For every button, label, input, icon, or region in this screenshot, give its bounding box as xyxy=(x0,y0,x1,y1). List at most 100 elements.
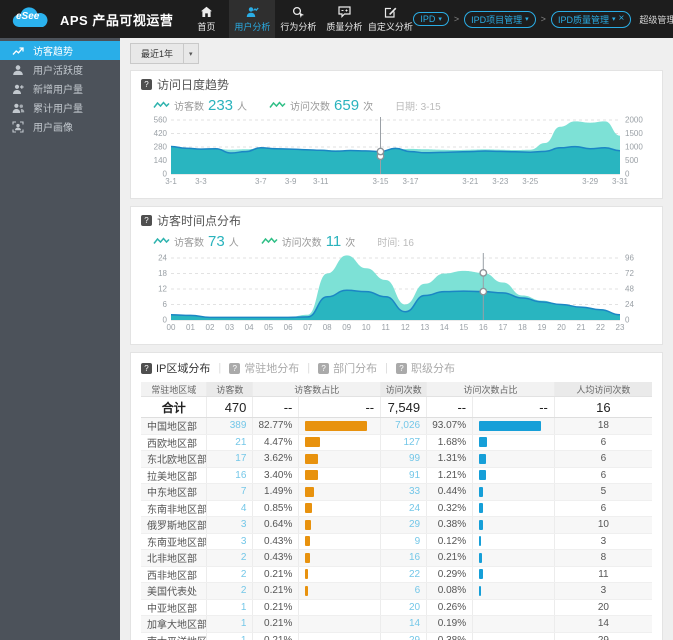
help-icon[interactable]: ? xyxy=(141,215,152,226)
visitors-count-link[interactable]: 1 xyxy=(207,616,254,632)
avg-visits-cell: 18 xyxy=(597,420,609,432)
svg-text:48: 48 xyxy=(625,285,634,294)
visits-count-link[interactable]: 9 xyxy=(381,533,428,549)
visits-count-link[interactable]: 20 xyxy=(381,599,428,615)
visitors-bar-cell xyxy=(299,418,382,434)
table-total-row: 合计 470 -- -- 7,549 -- -- 16 xyxy=(141,397,652,418)
visits-count-link[interactable]: 6 xyxy=(381,583,428,599)
sidebar-item-label: 访客趋势 xyxy=(33,47,73,58)
visits-stat-value: 659 xyxy=(334,96,360,114)
visits-count-link[interactable]: 127 xyxy=(381,434,428,450)
trend-icon xyxy=(12,45,25,57)
visits-stat-label: 访问次数 xyxy=(290,101,331,113)
avg-visits-cell: 10 xyxy=(597,519,609,531)
visits-count-link[interactable]: 7,026 xyxy=(381,418,428,434)
visits-count-link[interactable]: 22 xyxy=(381,566,428,582)
table-row: 东北欧地区部 17 3.62% 99 1.31% 6 xyxy=(141,451,652,468)
hour-distribution-chart[interactable]: 0 0 6 24 12 48 18 72 24 96 00 01 02 03 04 05 06 07 08 09 10 1… xyxy=(141,252,652,337)
region-cell: 东南非地区部 xyxy=(141,500,208,516)
tab-residence[interactable]: ? 常驻地分布 xyxy=(229,360,299,376)
visitors-count-link[interactable]: 3 xyxy=(207,517,254,533)
visitors-bar-cell xyxy=(299,517,382,533)
visits-pct-cell: 1.31% xyxy=(427,451,474,467)
esee-logo: eSee xyxy=(0,0,60,38)
daily-trend-chart[interactable]: 0 0 140 500 280 1000 420 1500 560 2000 3-1 3-3 3-7 3-… xyxy=(141,116,652,191)
visitors-bar xyxy=(305,552,310,563)
visits-bar xyxy=(479,536,482,547)
region-cell: 拉美地区部 xyxy=(141,467,208,483)
svg-text:11: 11 xyxy=(382,323,391,332)
visitors-pct-cell: 0.21% xyxy=(253,599,300,615)
avg-visits-cell: 6 xyxy=(600,453,607,465)
visitors-bar-cell xyxy=(299,451,382,467)
region-cell: 中亚地区部 xyxy=(141,599,208,615)
nav-item-behavior-analysis[interactable]: 行为分析 xyxy=(275,0,321,38)
breadcrumb-separator: > xyxy=(453,14,460,24)
sidebar-item-total-users[interactable]: 累计用户量 xyxy=(0,98,120,117)
breadcrumb-label: IPD xyxy=(420,14,436,24)
visits-count-link[interactable]: 14 xyxy=(381,616,428,632)
breadcrumb-separator: > xyxy=(540,14,546,24)
visits-count-link[interactable]: 99 xyxy=(381,451,428,467)
tab-department[interactable]: ? 部门分布 xyxy=(318,360,377,376)
region-distribution-card: ? IP区域分布 | ? 常驻地分布 | ? 部门分布 | ? 职级分布 常驻地… xyxy=(130,352,663,640)
tab-ip-region[interactable]: ? IP区域分布 xyxy=(141,360,210,376)
visitors-count-link[interactable]: 7 xyxy=(207,484,254,500)
tab-rank[interactable]: ? 职级分布 xyxy=(395,360,455,376)
visitors-count-link[interactable]: 3 xyxy=(207,533,254,549)
nav-item-user-analysis[interactable]: 用户分析 xyxy=(229,0,276,38)
quality-analysis-icon xyxy=(338,6,351,19)
col-header-visits: 访问次数 xyxy=(381,382,428,396)
visits-bar-cell xyxy=(473,533,555,549)
date-range-button[interactable]: 最近1年 xyxy=(130,43,184,64)
sidebar-item-new-users[interactable]: 新增用户量 xyxy=(0,79,120,98)
close-icon[interactable]: × xyxy=(618,14,624,24)
sidebar-item-user-activity[interactable]: 用户活跃度 xyxy=(0,60,120,79)
visitors-count-link[interactable]: 2 xyxy=(207,583,254,599)
nav-item-home[interactable]: 首页 xyxy=(183,0,229,38)
help-icon: ? xyxy=(229,362,241,374)
breadcrumb-pill-ipd[interactable]: IPD ▾ xyxy=(413,12,449,26)
sidebar-item-visitor-trend[interactable]: 访客趋势 xyxy=(0,41,120,60)
help-icon[interactable]: ? xyxy=(141,79,152,90)
visits-count-link[interactable]: 24 xyxy=(381,500,428,516)
svg-text:22: 22 xyxy=(596,323,605,332)
visitors-count-link[interactable]: 1 xyxy=(207,632,254,640)
date-range-caret-button[interactable]: ▾ xyxy=(183,43,199,64)
visitors-count-link[interactable]: 1 xyxy=(207,599,254,615)
svg-text:560: 560 xyxy=(154,116,168,125)
visitors-pct-cell: 1.49% xyxy=(253,484,300,500)
table-row: 俄罗斯地区部 3 0.64% 29 0.38% 10 xyxy=(141,517,652,534)
visitors-count-link[interactable]: 17 xyxy=(207,451,254,467)
svg-text:3-15: 3-15 xyxy=(372,177,389,186)
visits-count-link[interactable]: 33 xyxy=(381,484,428,500)
visits-count-link[interactable]: 16 xyxy=(381,550,428,566)
visits-pct-cell: 0.38% xyxy=(427,632,474,640)
breadcrumb-pill-project[interactable]: IPD项目管理 ▾ xyxy=(464,10,536,28)
visitors-count-link[interactable]: 389 xyxy=(207,418,254,434)
visits-bar-cell xyxy=(473,616,555,632)
nav-item-custom-analysis[interactable]: 自定义分析 xyxy=(367,0,413,38)
svg-text:3-31: 3-31 xyxy=(612,177,629,186)
visitors-count-link[interactable]: 2 xyxy=(207,566,254,582)
visitors-count-link[interactable]: 2 xyxy=(207,550,254,566)
visits-count-link[interactable]: 91 xyxy=(381,467,428,483)
visits-count-link[interactable]: 29 xyxy=(381,632,428,640)
visitors-pct-cell: 4.47% xyxy=(253,434,300,450)
visits-count-link[interactable]: 29 xyxy=(381,517,428,533)
svg-text:3-23: 3-23 xyxy=(492,177,509,186)
visitors-count-link[interactable]: 16 xyxy=(207,467,254,483)
avg-visits-cell: 11 xyxy=(598,568,609,580)
visitors-pct-cell: 0.85% xyxy=(253,500,300,516)
table-row: 北非地区部 2 0.43% 16 0.21% 8 xyxy=(141,550,652,567)
breadcrumb-pill-quality[interactable]: IPD质量管理 ▾ × xyxy=(550,10,632,28)
visitors-count-link[interactable]: 4 xyxy=(207,500,254,516)
svg-text:18: 18 xyxy=(518,323,527,332)
region-cell: 北非地区部 xyxy=(141,550,208,566)
nav-item-quality-analysis[interactable]: 质量分析 xyxy=(321,0,367,38)
svg-text:24: 24 xyxy=(158,254,167,263)
crosshair-date-hint: 日期: 3-15 xyxy=(395,101,441,113)
tab-separator: | xyxy=(385,362,388,374)
visitors-count-link[interactable]: 21 xyxy=(207,434,254,450)
sidebar-item-user-portrait[interactable]: 用户画像 xyxy=(0,117,120,136)
